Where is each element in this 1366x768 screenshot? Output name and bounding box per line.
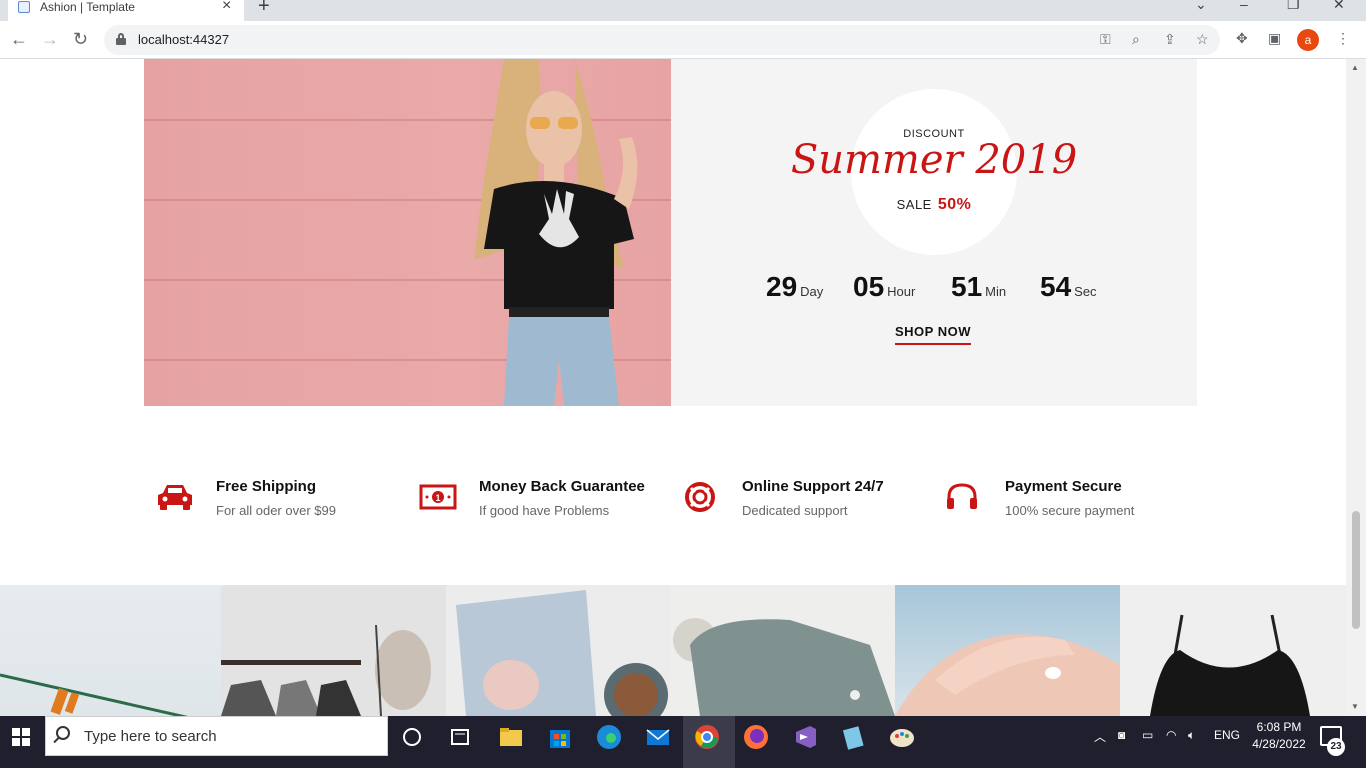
service-free-shipping: Free Shipping For all oder over $99 bbox=[156, 477, 396, 518]
countdown-hours: 05 Hour bbox=[853, 271, 916, 302]
taskbar-clock[interactable]: 6:08 PM 4/28/2022 bbox=[1244, 719, 1314, 753]
close-window-icon[interactable]: ✕ bbox=[1333, 0, 1345, 13]
tab-search-icon[interactable]: ⌄ bbox=[1195, 0, 1207, 13]
tab-strip: Ashion | Template × + ⌄ – ❐ ✕ bbox=[0, 0, 1366, 21]
url-text[interactable]: localhost:44327 bbox=[138, 32, 229, 47]
countdown-days: 29 Day bbox=[766, 271, 824, 302]
page-scrollbar[interactable]: ▲ ▼ bbox=[1346, 59, 1366, 716]
instagram-photo[interactable] bbox=[446, 585, 670, 716]
wifi-icon[interactable]: ◠ bbox=[1166, 728, 1176, 742]
service-subtitle: If good have Problems bbox=[479, 503, 610, 518]
show-hidden-icons[interactable]: ︿ bbox=[1094, 728, 1106, 745]
share-icon[interactable]: ⇪ bbox=[1164, 31, 1176, 48]
scroll-up-icon[interactable]: ▲ bbox=[1351, 63, 1359, 72]
file-explorer-icon[interactable] bbox=[496, 722, 526, 752]
paint-icon[interactable] bbox=[887, 722, 917, 752]
discount-banner-image bbox=[144, 59, 671, 406]
scroll-thumb[interactable] bbox=[1352, 511, 1360, 629]
browser-tab[interactable]: Ashion | Template × bbox=[8, 0, 244, 21]
reload-icon[interactable]: ↻ bbox=[73, 29, 88, 49]
cortana-icon[interactable] bbox=[397, 722, 427, 752]
instagram-photo[interactable] bbox=[895, 585, 1120, 716]
side-panel-icon[interactable]: ▣ bbox=[1268, 30, 1281, 47]
language-indicator[interactable]: ENG bbox=[1214, 728, 1240, 742]
clothesline-photo bbox=[0, 673, 189, 716]
windows-start-icon[interactable] bbox=[12, 728, 30, 746]
hand-cream-photo bbox=[895, 634, 1120, 716]
clock-date: 4/28/2022 bbox=[1252, 737, 1306, 751]
address-bar[interactable]: localhost:44327 ⚿ ⌕ ⇪ ☆ bbox=[104, 25, 1220, 55]
extensions-icon[interactable]: ✥ bbox=[1236, 30, 1248, 47]
meet-now-icon[interactable]: ◙ bbox=[1118, 728, 1125, 742]
search-placeholder: Type here to search bbox=[84, 728, 217, 745]
mail-icon[interactable] bbox=[643, 722, 673, 752]
lock-icon[interactable] bbox=[116, 33, 126, 45]
black-top-photo bbox=[1150, 614, 1310, 716]
svg-text:1: 1 bbox=[435, 493, 440, 503]
zoom-icon[interactable]: ⌕ bbox=[1132, 31, 1140, 48]
discount-sale: SALE 50% bbox=[671, 196, 1197, 214]
service-title: Free Shipping bbox=[216, 478, 317, 495]
service-title: Money Back Guarantee bbox=[479, 478, 645, 495]
clothes-rack-photo bbox=[221, 624, 431, 716]
chrome-icon[interactable] bbox=[692, 722, 722, 752]
battery-icon[interactable]: ▭ bbox=[1142, 728, 1153, 742]
headphones-icon bbox=[947, 483, 977, 509]
countdown-seconds: 54 Sec bbox=[1040, 271, 1097, 302]
notification-count-badge: 23 bbox=[1327, 738, 1345, 756]
volume-icon[interactable]: 🔈︎ bbox=[1188, 728, 1195, 743]
notepad-icon[interactable] bbox=[838, 722, 868, 752]
new-tab-icon[interactable]: + bbox=[258, 0, 270, 18]
browser-toolbar: ← → ↻ localhost:44327 ⚿ ⌕ ⇪ ☆ ✥ ▣ a ⋮ bbox=[0, 21, 1366, 59]
minimize-icon[interactable]: – bbox=[1240, 0, 1248, 12]
instagram-photo[interactable] bbox=[0, 585, 221, 716]
edge-icon[interactable] bbox=[594, 722, 624, 752]
task-view-icon[interactable] bbox=[445, 722, 475, 752]
instagram-photo[interactable] bbox=[221, 585, 446, 716]
key-icon[interactable]: ⚿ bbox=[1100, 31, 1111, 48]
service-subtitle: For all oder over $99 bbox=[216, 503, 336, 518]
service-title: Payment Secure bbox=[1005, 478, 1122, 495]
flatlay-jeans-photo bbox=[456, 590, 668, 716]
money-icon: 1 bbox=[419, 484, 457, 510]
firefox-icon[interactable] bbox=[741, 722, 771, 752]
clock-time: 6:08 PM bbox=[1256, 720, 1302, 734]
page-favicon-icon bbox=[18, 1, 30, 13]
search-icon bbox=[56, 726, 70, 740]
car-icon bbox=[158, 485, 192, 510]
scroll-down-icon[interactable]: ▼ bbox=[1351, 702, 1359, 711]
service-online-support: Online Support 24/7 Dedicated support bbox=[682, 477, 922, 518]
knit-hat-photo bbox=[673, 618, 895, 716]
forward-icon[interactable]: → bbox=[41, 29, 59, 49]
sale-percent: 50% bbox=[937, 196, 972, 213]
shop-now-link[interactable]: SHOP NOW bbox=[895, 324, 971, 345]
discount-panel: DISCOUNT Summer 2019 SALE 50% 29 Day 05 Hou… bbox=[671, 59, 1197, 406]
windows-taskbar: Type here to search ︿ ◙ ▭ ◠ 🔈︎ ENG 6:08 … bbox=[0, 716, 1366, 768]
service-money-back: 1 Money Back Guarantee If good have Prob… bbox=[419, 477, 659, 518]
bookmark-star-icon[interactable]: ☆ bbox=[1196, 31, 1209, 48]
page-viewport: DISCOUNT Summer 2019 SALE 50% 29 Day 05 Hou… bbox=[0, 59, 1346, 716]
service-subtitle: Dedicated support bbox=[742, 503, 848, 518]
life-ring-icon bbox=[685, 482, 715, 512]
instagram-photo[interactable] bbox=[670, 585, 895, 716]
store-icon[interactable] bbox=[545, 722, 575, 752]
service-title: Online Support 24/7 bbox=[742, 478, 884, 495]
back-icon[interactable]: ← bbox=[10, 29, 28, 49]
service-payment-secure: Payment Secure 100% secure payment bbox=[945, 477, 1185, 518]
sale-label: SALE bbox=[896, 197, 932, 212]
instagram-photo[interactable] bbox=[1120, 585, 1346, 716]
discount-title: Summer 2019 bbox=[790, 137, 1078, 183]
countdown-minutes: 51 Min bbox=[951, 271, 1007, 302]
profile-avatar[interactable]: a bbox=[1297, 29, 1319, 51]
taskbar-search-input[interactable]: Type here to search bbox=[45, 716, 388, 756]
visual-studio-icon[interactable] bbox=[790, 722, 820, 752]
countdown: 29 Day 05 Hour 51 Min 54 Sec bbox=[766, 271, 1111, 305]
restore-icon[interactable]: ❐ bbox=[1287, 0, 1300, 13]
menu-dots-icon[interactable]: ⋮ bbox=[1336, 30, 1350, 47]
close-tab-icon[interactable]: × bbox=[222, 0, 231, 15]
service-subtitle: 100% secure payment bbox=[1005, 503, 1135, 518]
model-photo bbox=[474, 59, 638, 406]
tab-title: Ashion | Template bbox=[40, 0, 135, 14]
